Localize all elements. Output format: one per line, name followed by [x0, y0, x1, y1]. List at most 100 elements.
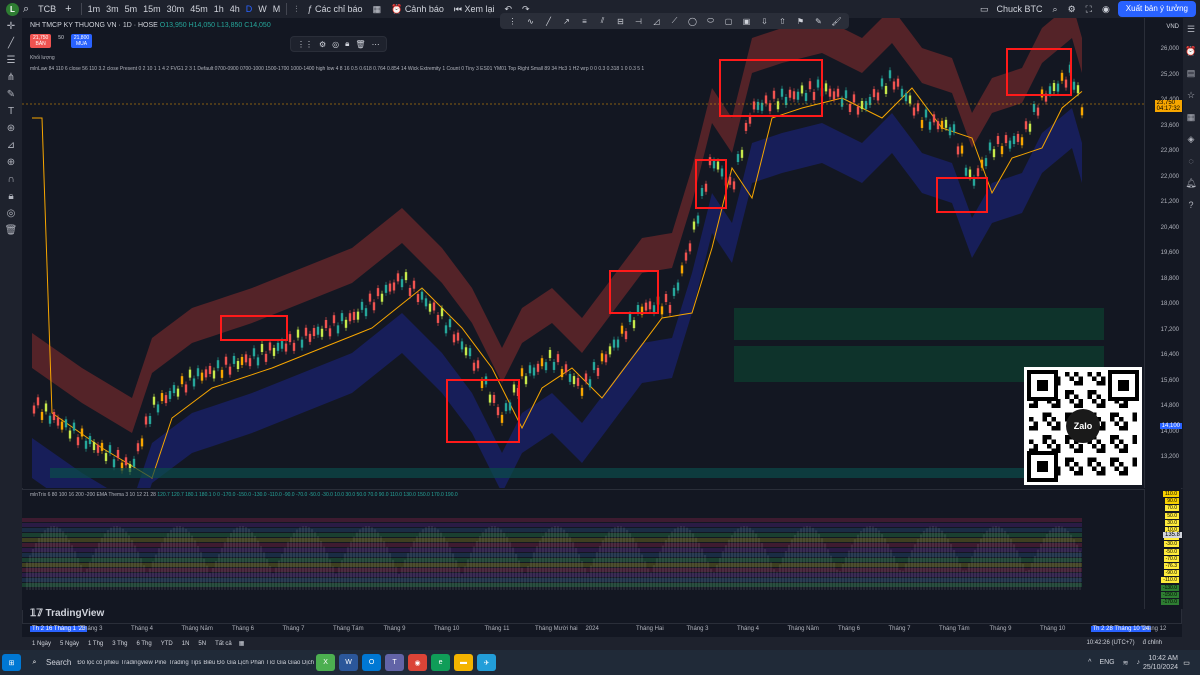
interval-45m[interactable]: 45m — [187, 0, 211, 18]
hotlists-icon[interactable]: ☆ — [1182, 84, 1200, 106]
interval-3m[interactable]: 3m — [103, 0, 122, 18]
word-icon[interactable]: W — [339, 654, 359, 671]
search-icon[interactable]: ⌕ — [25, 654, 44, 671]
oscillator-pane[interactable] — [22, 489, 1144, 610]
notification-icon[interactable]: ▭ — [1177, 654, 1196, 671]
replay-button[interactable]: ⏮ Xem lại — [449, 0, 500, 18]
target-icon[interactable]: ◎ — [332, 40, 339, 49]
indicators-button[interactable]: ƒ Các chỉ báo — [303, 0, 368, 18]
crosshair-icon[interactable]: ✛ — [0, 18, 22, 35]
camera-icon[interactable]: ◉ — [1097, 0, 1115, 18]
excel-icon[interactable]: X — [316, 654, 336, 671]
interval-15m[interactable]: 15m — [140, 0, 164, 18]
circle-tool-icon[interactable]: ◯ — [684, 14, 701, 28]
ideas-icon[interactable]: ◈ — [1182, 128, 1200, 150]
trash-icon[interactable]: 🗑︎ — [355, 40, 365, 49]
path-tool-icon[interactable]: ⟋ — [666, 14, 683, 28]
taskbar-clock[interactable]: 10:42 AM 25/10/2024 — [1143, 654, 1178, 672]
trendline-tool-icon[interactable]: ∿ — [522, 14, 539, 28]
range-button[interactable]: YTD — [161, 641, 173, 647]
range-button[interactable]: 5N — [198, 641, 206, 647]
teams-icon[interactable]: T — [385, 654, 405, 671]
parallel-tool-icon[interactable]: ⊟ — [612, 14, 629, 28]
chart-type-icon[interactable]: ⫶ — [290, 0, 302, 18]
layout-icon[interactable]: ▭ — [980, 4, 989, 15]
arrow-up-tool-icon[interactable]: ⇧ — [774, 14, 791, 28]
interval-M[interactable]: M — [270, 0, 284, 18]
drag-handle-icon[interactable]: ⋮ — [504, 14, 521, 28]
adjust-toggle[interactable]: đ chỉnh — [1143, 637, 1162, 650]
taskbar-app[interactable]: Giá Giao Dịch — [277, 660, 314, 666]
drag-icon[interactable]: ⋮⋮ — [297, 40, 313, 49]
time-axis[interactable]: Th 2 16 Tháng 1 '23 Tháng 3 Tháng 4 Tháng N… — [22, 623, 1182, 638]
eye-icon[interactable]: ◎ — [0, 205, 22, 222]
taskbar-app[interactable]: Trading Tips — [169, 660, 202, 666]
buy-button[interactable]: 21,800 MUA — [70, 34, 93, 48]
more-icon[interactable]: ⋯ — [372, 40, 380, 49]
main-chart[interactable] — [22, 3, 1144, 543]
symbol-name[interactable]: TCB — [33, 0, 61, 18]
taskbar-search-label[interactable]: Search — [46, 658, 71, 667]
interval-1h[interactable]: 1h — [211, 0, 227, 18]
folder-icon[interactable]: ▬ — [454, 654, 474, 671]
range-button[interactable]: 1 Ngày — [32, 641, 51, 647]
ellipse-tool-icon[interactable]: ⬭ — [702, 14, 719, 28]
add-symbol-icon[interactable]: + — [65, 3, 71, 15]
taskbar-app[interactable]: Giá Lịch Phân Tích — [227, 660, 275, 666]
search-icon[interactable]: ⌕ — [1048, 0, 1063, 18]
wifi-icon[interactable]: ≋ — [1123, 659, 1129, 667]
volume-icon[interactable]: ♪ — [1137, 659, 1141, 666]
range-button[interactable]: 3 Thg — [112, 641, 127, 647]
taskbar-app[interactable]: Tradingview Pine — [121, 660, 167, 666]
indicator-legend[interactable]: mlnLaw 84 110 6 close 56 110 3.2 close P… — [30, 66, 730, 72]
flag-tool-icon[interactable]: ⚑ — [792, 14, 809, 28]
ray-tool-icon[interactable]: ⊣ — [630, 14, 647, 28]
range-button[interactable]: 5 Ngày — [60, 641, 79, 647]
osc-legend[interactable]: mlnTrix 6 80 100 16 200 -200 EMA Thema 3… — [30, 492, 458, 498]
chat-icon[interactable]: ◌ — [1182, 150, 1200, 172]
lock-icon[interactable]: 🔒︎ — [0, 188, 22, 205]
interval-1m[interactable]: 1m — [85, 0, 104, 18]
triangle-tool-icon[interactable]: ◿ — [648, 14, 665, 28]
publish-idea-button[interactable]: Xuất bản ý tưởng — [1117, 1, 1196, 17]
channel-tool-icon[interactable]: ⫽ — [594, 14, 611, 28]
horizontal-lines-icon[interactable]: ☰ — [0, 52, 22, 69]
alerts-icon[interactable]: ⏰ — [1182, 40, 1200, 62]
interval-30m[interactable]: 30m — [164, 0, 188, 18]
data-window-icon[interactable]: ▤ — [1182, 62, 1200, 84]
arrow-tool-icon[interactable]: ↗ — [558, 14, 575, 28]
trendline-icon[interactable]: ╱ — [0, 35, 22, 52]
layout-grid-icon[interactable]: ▦ — [368, 0, 387, 18]
interval-5m[interactable]: 5m — [122, 0, 141, 18]
calendar-range-icon[interactable]: ▦ — [239, 640, 245, 647]
settings-icon[interactable]: ⚙ — [319, 40, 326, 49]
help-icon[interactable]: ? — [1182, 194, 1200, 216]
ruler-icon[interactable]: ⊿ — [0, 137, 22, 154]
pitchfork-icon[interactable]: ⋔ — [0, 69, 22, 86]
sell-button[interactable]: 21,750 BÁN — [30, 34, 52, 48]
notifications-icon[interactable]: 🔔︎ — [1182, 172, 1200, 194]
line-tool-icon[interactable]: ╱ — [540, 14, 557, 28]
edge-icon[interactable]: e — [431, 654, 451, 671]
fullscreen-icon[interactable]: ⛶ — [1081, 0, 1097, 18]
range-button[interactable]: 1 Thg — [88, 641, 103, 647]
settings-icon[interactable]: ⚙ — [1063, 0, 1081, 18]
interval-D[interactable]: D — [243, 0, 256, 18]
price-axis[interactable]: VND 26,00025,20024,40023,60022,80022,000… — [1144, 18, 1183, 488]
range-button[interactable]: Tất cả — [215, 641, 232, 647]
taskbar-app[interactable]: Đồ lọc cổ phiếu — [77, 660, 118, 666]
tray-arrow-icon[interactable]: ^ — [1088, 659, 1091, 666]
windows-start-icon[interactable]: ⊞ — [2, 654, 21, 671]
currency-label[interactable]: VND — [1166, 24, 1179, 30]
language-indicator[interactable]: ENG — [1099, 659, 1114, 666]
calendar-icon[interactable]: ▦ — [1182, 106, 1200, 128]
highlighter-tool-icon[interactable]: ✎ — [810, 14, 827, 28]
oscillator-axis[interactable]: 110.090.070.050.030.010.0-10.0-30.0-50.0… — [1144, 489, 1183, 609]
alerts-button[interactable]: ⏰ Cảnh báo — [386, 0, 449, 18]
arrow-down-tool-icon[interactable]: ⇩ — [756, 14, 773, 28]
magnet-icon[interactable]: ∩ — [0, 171, 22, 188]
zoom-icon[interactable]: ⊕ — [0, 154, 22, 171]
note-tool-icon[interactable]: ▣ — [738, 14, 755, 28]
range-button[interactable]: 6 Thg — [137, 641, 152, 647]
watchlist-icon[interactable]: ☰ — [1182, 18, 1200, 40]
